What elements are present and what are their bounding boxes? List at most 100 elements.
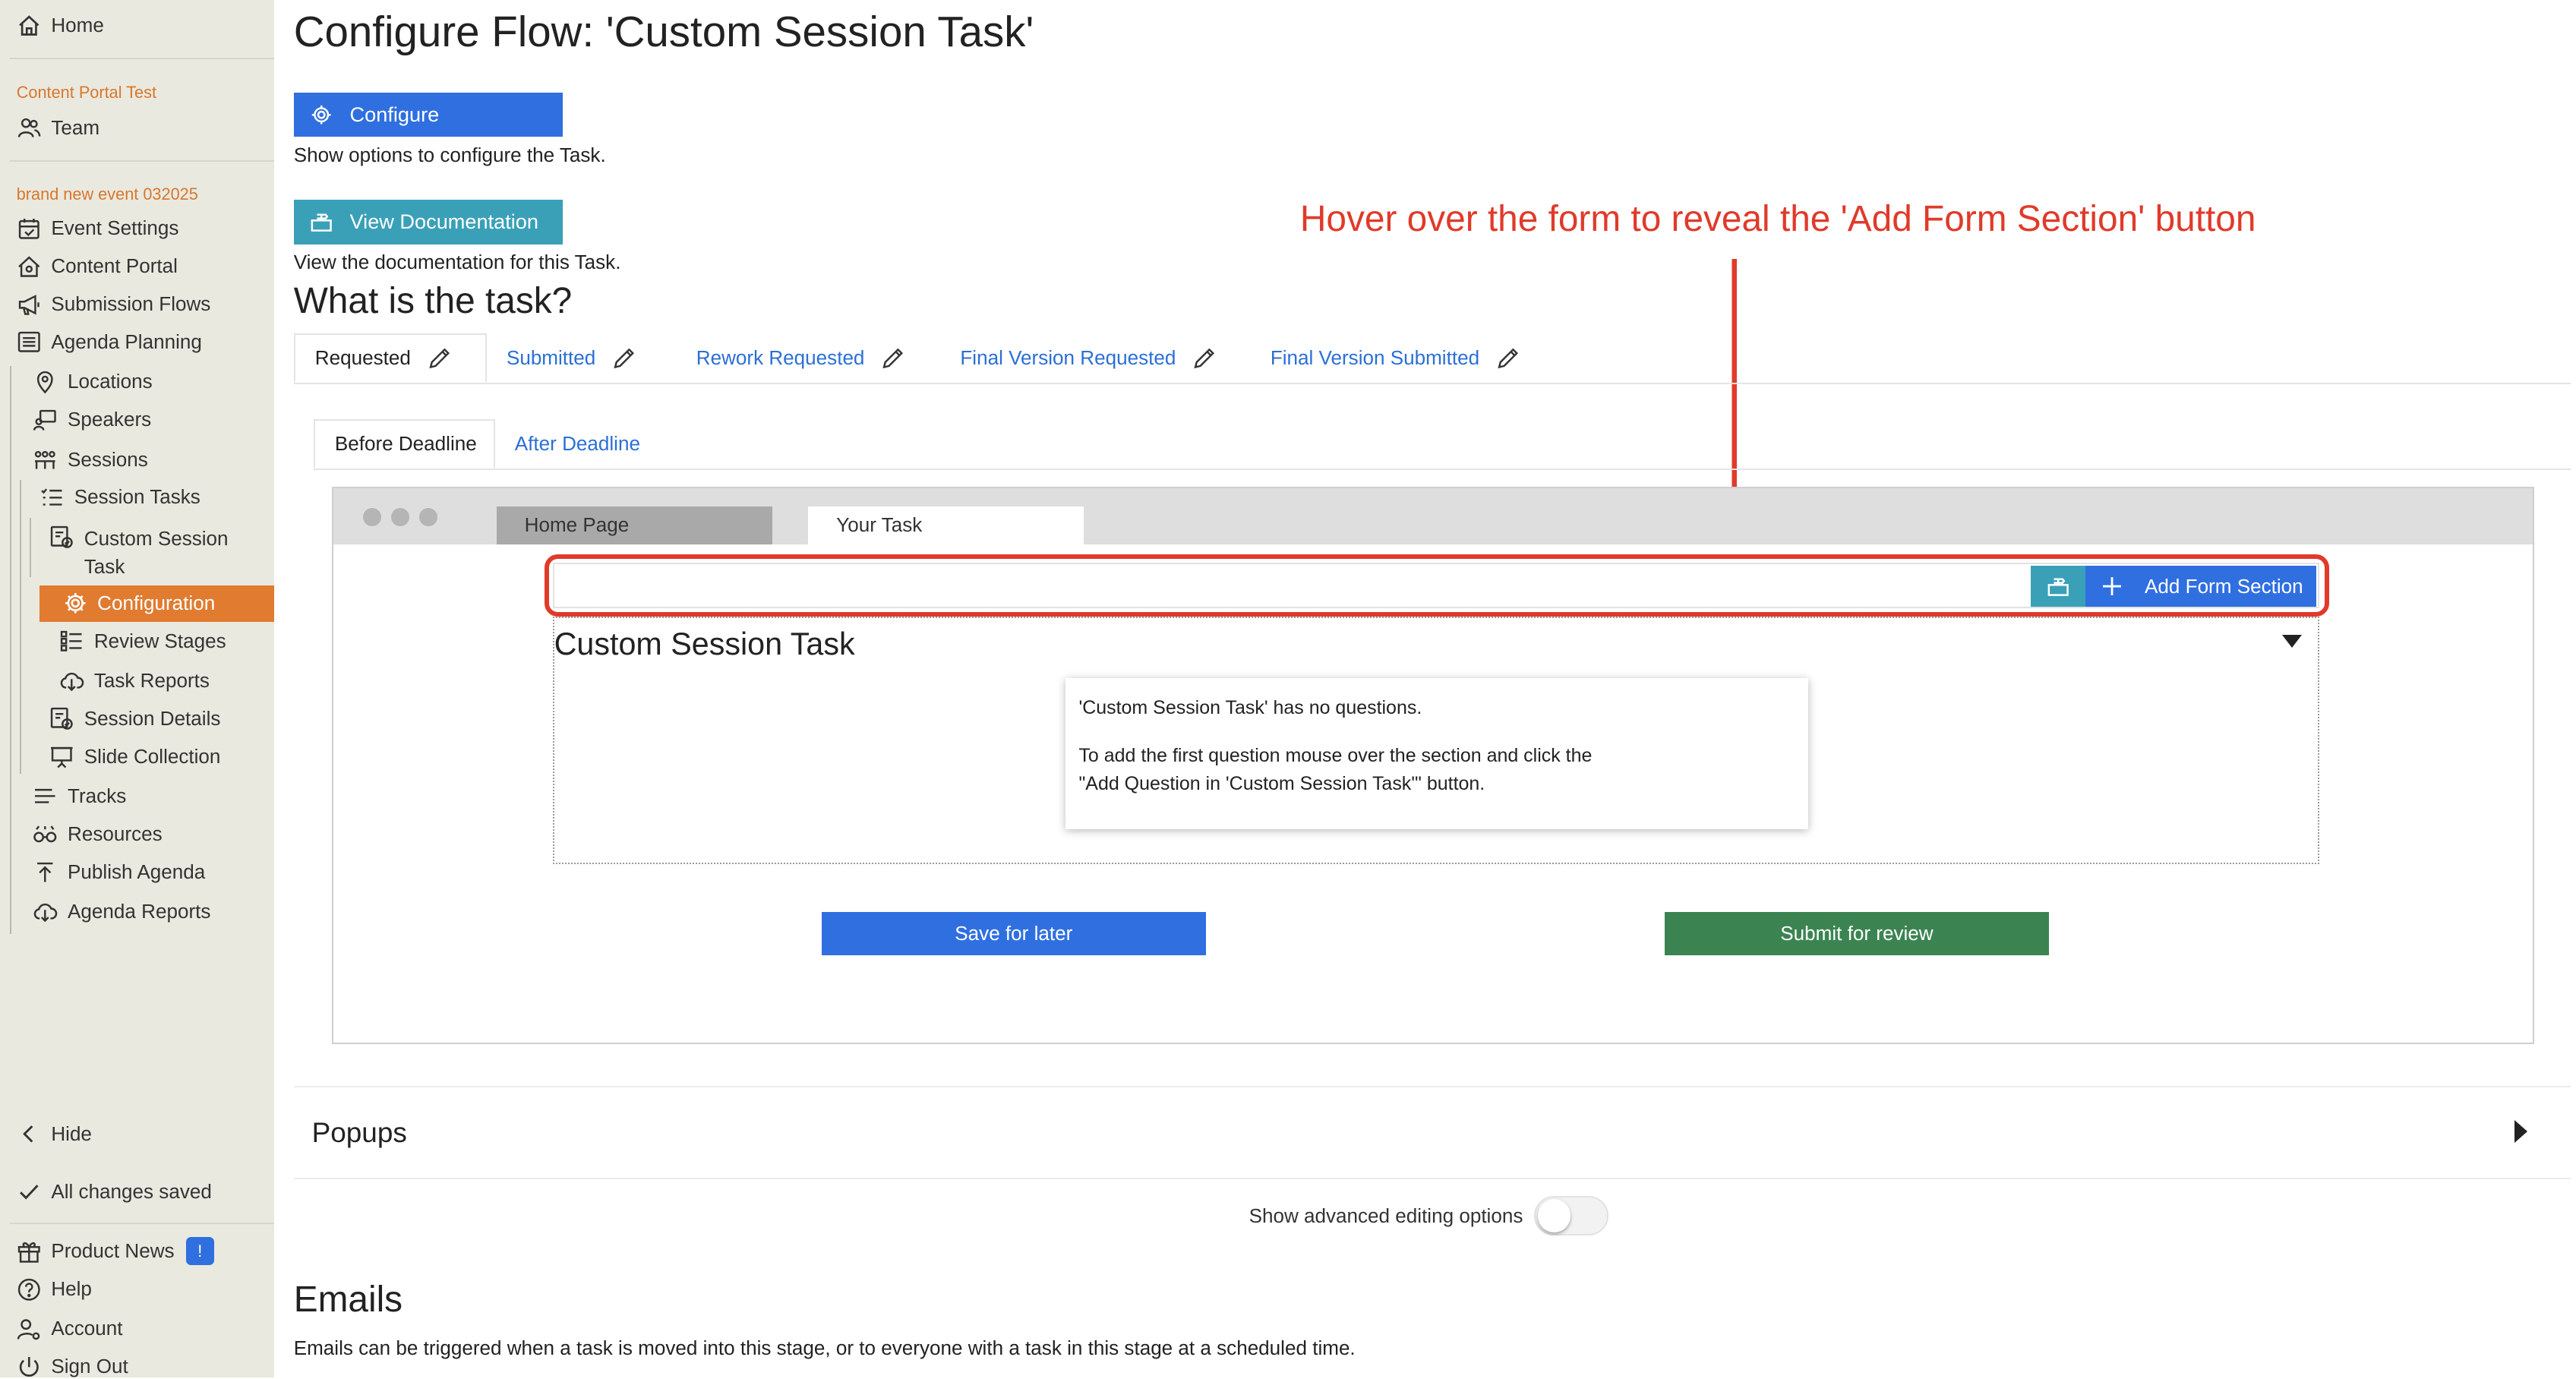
popups-section[interactable]: Popups (293, 1085, 2571, 1179)
cloud-download-icon (34, 903, 58, 923)
sidebar-hide-button[interactable]: Hide (17, 1122, 92, 1147)
sidebar-item-event-settings[interactable]: Event Settings (17, 216, 178, 241)
sidebar-item-team[interactable]: Team (17, 115, 99, 140)
tab-label: Rework Requested (696, 346, 865, 369)
tab-label: Before Deadline (334, 431, 477, 455)
team-icon (17, 118, 41, 137)
sidebar-item-locations[interactable]: Locations (33, 370, 153, 395)
sidebar-item-review-stages[interactable]: Review Stages (59, 629, 226, 654)
add-form-section-button[interactable]: Add Form Section (2085, 565, 2316, 607)
configure-button-label: Configure (349, 102, 440, 126)
tree-line (20, 480, 22, 774)
sidebar-item-agenda-reports[interactable]: Agenda Reports (33, 899, 210, 924)
sidebar-item-label: Tracks (68, 784, 127, 807)
location-pin-icon (37, 371, 54, 393)
tab-requested[interactable]: Requested (293, 333, 487, 383)
sidebar-item-product-news[interactable]: Product News ! (17, 1237, 214, 1266)
megaphone-icon (18, 294, 39, 315)
section-docs-button[interactable] (2031, 565, 2085, 607)
view-documentation-button[interactable]: View Documentation (293, 199, 563, 245)
hover-annotation: Hover over the form to reveal the 'Add F… (1299, 198, 2256, 239)
pencil-icon[interactable] (881, 346, 906, 371)
no-questions-text: 'Custom Session Task' has no questions. (1078, 697, 1422, 719)
pencil-icon[interactable] (428, 346, 453, 371)
sidebar-item-session-details[interactable]: Session Details (49, 706, 220, 731)
preview-tab-label: Your Task (836, 513, 923, 537)
sidebar-item-custom-session-task[interactable]: Custom Session Task (49, 525, 229, 581)
sidebar-item-account[interactable]: Account (17, 1317, 123, 1342)
tab-submitted[interactable]: Submitted (487, 333, 657, 383)
presentation-icon (51, 746, 73, 768)
tab-label: Final Version Requested (960, 346, 1176, 369)
gear-icon (312, 105, 331, 125)
user-gear-icon (17, 1318, 40, 1340)
window-dot (390, 507, 409, 526)
sidebar-item-sign-out[interactable]: Sign Out (17, 1355, 128, 1379)
sidebar-item-sessions[interactable]: Sessions (33, 447, 148, 472)
gear-icon (65, 592, 86, 614)
speaker-board-icon (33, 409, 57, 431)
sidebar-item-label: Sessions (68, 447, 148, 471)
sidebar-item-label: Hide (51, 1122, 92, 1146)
checkmark-icon (19, 1185, 39, 1200)
popups-title: Popups (311, 1116, 407, 1148)
sidebar-divider (10, 159, 274, 162)
deadline-tabs: Before Deadline After Deadline (313, 418, 2571, 470)
sidebar-item-content-portal[interactable]: Content Portal (17, 254, 178, 279)
sidebar-item-slide-collection[interactable]: Slide Collection (49, 744, 220, 769)
tab-rework-requested[interactable]: Rework Requested (677, 333, 926, 383)
docs-description: View the documentation for this Task. (293, 251, 621, 274)
gift-icon (17, 1242, 40, 1263)
sidebar-item-label: Locations (68, 370, 153, 393)
configure-button[interactable]: Configure (293, 92, 563, 137)
sidebar-item-submission-flows[interactable]: Submission Flows (17, 292, 210, 317)
pencil-icon[interactable] (612, 346, 637, 371)
preview-tab-home-page[interactable]: Home Page (496, 506, 772, 544)
sidebar-item-label: Product News (51, 1239, 175, 1263)
sidebar-item-task-reports[interactable]: Task Reports (59, 668, 210, 693)
tab-after-deadline[interactable]: After Deadline (495, 419, 660, 469)
configure-description: Show options to configure the Task. (293, 144, 606, 166)
save-for-later-button[interactable]: Save for later (821, 912, 1206, 955)
preview-tab-your-task[interactable]: Your Task (808, 506, 1084, 544)
preview-tab-label: Home Page (524, 513, 630, 537)
sidebar-item-speakers[interactable]: Speakers (33, 408, 151, 433)
calendar-icon (18, 218, 39, 239)
portal-house-icon (17, 255, 40, 277)
save-status-label: All changes saved (51, 1180, 212, 1204)
plus-icon (2102, 577, 2121, 596)
form-section[interactable]: Custom Session Task 'Custom Session Task… (552, 617, 2320, 865)
form-check-icon (51, 707, 73, 730)
pencil-icon[interactable] (1192, 346, 1217, 371)
sidebar-item-label: Speakers (68, 408, 152, 431)
tab-before-deadline[interactable]: Before Deadline (313, 418, 495, 469)
pencil-icon[interactable] (1496, 346, 1521, 371)
window-dot (418, 507, 437, 526)
sidebar-item-tracks[interactable]: Tracks (33, 784, 126, 809)
emails-description: Emails can be triggered when a task is m… (293, 1336, 1356, 1359)
sidebar-item-label: Configuration (97, 591, 216, 614)
sidebar-item-agenda-planning[interactable]: Agenda Planning (17, 330, 202, 355)
sidebar-item-session-tasks[interactable]: Session Tasks (39, 485, 200, 510)
sidebar-item-resources[interactable]: Resources (33, 822, 163, 847)
status-tabs: Requested Submitted Rework Requested Fin… (293, 333, 2571, 385)
submit-for-review-button[interactable]: Submit for review (1664, 912, 2050, 955)
emails-heading: Emails (293, 1279, 403, 1320)
sidebar-item-help[interactable]: Help (17, 1277, 92, 1302)
sidebar-item-label: Content Portal (51, 254, 178, 278)
sidebar-group-label: brand new event 032025 (16, 185, 198, 204)
signpost-icon (311, 213, 333, 232)
sidebar-item-label: Agenda Planning (51, 330, 202, 354)
tab-final-version-requested[interactable]: Final Version Requested (940, 333, 1236, 383)
help-circle-icon (17, 1278, 40, 1301)
instructions-line: To add the first question mouse over the… (1078, 745, 1593, 767)
collapse-caret-icon[interactable] (2281, 635, 2302, 648)
tab-final-version-submitted[interactable]: Final Version Submitted (1251, 333, 1541, 383)
sidebar-item-home[interactable]: Home (17, 13, 104, 38)
sidebar-divider (10, 1222, 274, 1224)
expand-caret-icon[interactable] (2514, 1119, 2527, 1143)
news-badge: ! (185, 1237, 214, 1266)
sidebar-item-configuration[interactable]: Configuration (63, 591, 216, 616)
sidebar-item-publish-agenda[interactable]: Publish Agenda (33, 860, 205, 885)
advanced-options-toggle[interactable] (1534, 1196, 1609, 1236)
